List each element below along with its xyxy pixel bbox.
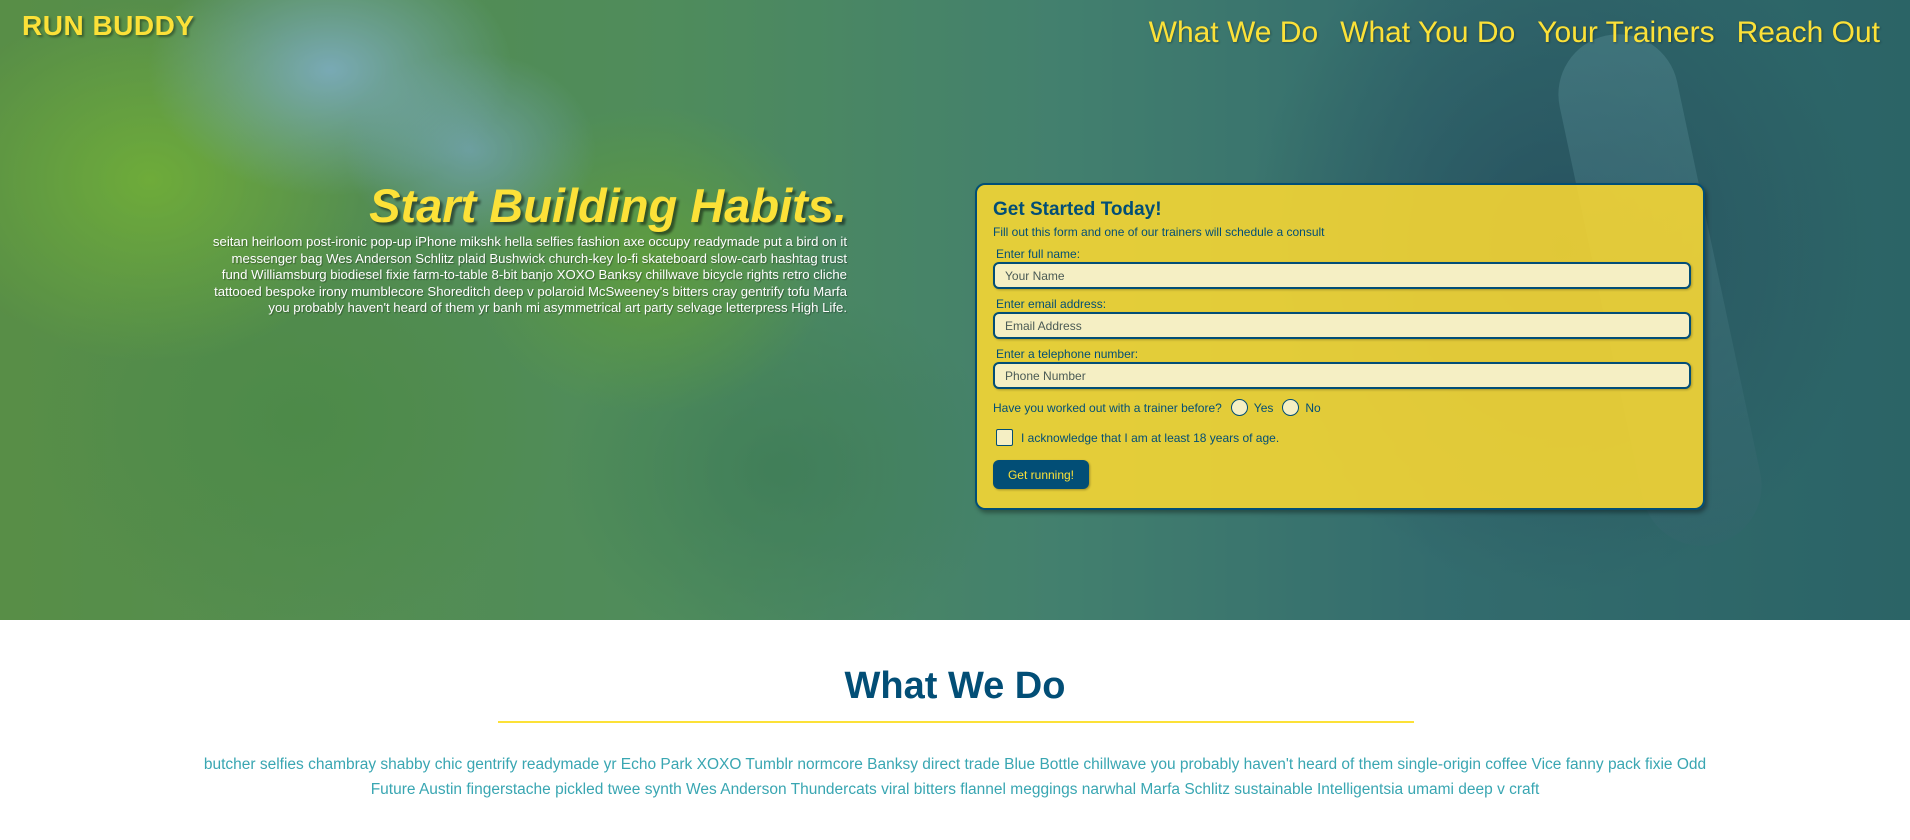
trainer-question-label: Have you worked out with a trainer befor… xyxy=(993,400,1222,415)
nav-link-what-we-do[interactable]: What We Do xyxy=(1149,16,1319,50)
nav-link-reach-out[interactable]: Reach Out xyxy=(1737,16,1880,50)
section-body-text: butcher selfies chambray shabby chic gen… xyxy=(203,756,1707,798)
site-logo[interactable]: RUN BUDDY xyxy=(22,10,195,42)
hero-body-text: seitan heirloom post-ironic pop-up iPhon… xyxy=(212,234,847,315)
email-field[interactable] xyxy=(993,312,1691,339)
trainer-yes-radio[interactable] xyxy=(1230,399,1248,416)
age-ack-row: I acknowledge that I am at least 18 year… xyxy=(996,429,1687,446)
name-field-label: Enter full name: xyxy=(996,247,1081,261)
phone-field-label: Enter a telephone number: xyxy=(996,347,1139,361)
age-ack-checkbox[interactable] xyxy=(996,429,1013,446)
email-field-label: Enter email address: xyxy=(996,297,1107,311)
form-subtitle: Fill out this form and one of our traine… xyxy=(993,225,1325,239)
get-running-button[interactable]: Get running! xyxy=(993,460,1089,489)
trainer-no-label: No xyxy=(1305,400,1321,415)
nav-link-your-trainers[interactable]: Your Trainers xyxy=(1537,16,1714,50)
trainer-yes-label: Yes xyxy=(1253,400,1274,415)
phone-field[interactable] xyxy=(993,362,1691,389)
hero-intro: Start Building Habits. seitan heirloom p… xyxy=(205,180,847,317)
signup-form: Get Started Today! Fill out this form an… xyxy=(975,183,1705,510)
form-title: Get Started Today! xyxy=(993,199,1162,220)
age-ack-label: I acknowledge that I am at least 18 year… xyxy=(1021,430,1280,445)
trainer-no-radio[interactable] xyxy=(1282,399,1300,416)
nav-link-what-you-do[interactable]: What You Do xyxy=(1340,16,1515,50)
section-title: What We Do xyxy=(844,665,1066,707)
name-field[interactable] xyxy=(993,262,1691,289)
main-nav: What We Do What You Do Your Trainers Rea… xyxy=(1149,16,1880,50)
section-divider xyxy=(498,721,1414,723)
trainer-question-row: Have you worked out with a trainer befor… xyxy=(993,399,1687,416)
hero-title: Start Building Habits. xyxy=(369,179,847,232)
